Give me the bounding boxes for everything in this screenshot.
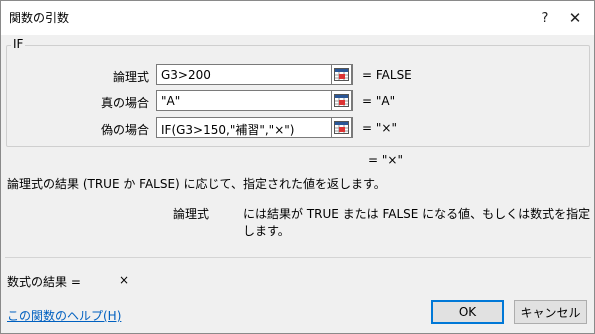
range-select-button-value-if-true[interactable] bbox=[331, 90, 352, 111]
arg-result-value-if-true: = "A" bbox=[362, 94, 396, 108]
function-help-link[interactable]: この関数のヘルプ(H) bbox=[7, 307, 121, 324]
range-select-button-logical-test[interactable] bbox=[331, 64, 352, 85]
function-description: 論理式の結果 (TRUE か FALSE) に応じて、指定された値を返します。 bbox=[7, 177, 386, 191]
formula-result-label: 数式の結果 = bbox=[7, 275, 81, 289]
arg-label-logical-test: 論理式 bbox=[112, 70, 149, 84]
value-if-false-value: IF(G3>150,"補習","×") bbox=[161, 123, 295, 137]
range-select-icon bbox=[334, 94, 349, 107]
logical-test-input[interactable]: G3>200 bbox=[156, 64, 353, 85]
value-if-false-input[interactable]: IF(G3>150,"補習","×") bbox=[156, 117, 353, 138]
range-select-icon bbox=[334, 68, 349, 81]
formula-result-inline: = "×" bbox=[368, 153, 403, 167]
formula-result-value: × bbox=[119, 273, 130, 287]
title-bar: 関数の引数 ? ✕ bbox=[1, 1, 594, 35]
separator bbox=[5, 257, 591, 258]
ok-button[interactable]: OK bbox=[431, 300, 504, 324]
function-arguments-dialog: 関数の引数 ? ✕ IF 論理式 G3>200 = FALSE 真の場合 "A" bbox=[0, 0, 595, 334]
arg-label-value-if-true: 真の場合 bbox=[100, 96, 149, 110]
logical-test-value: G3>200 bbox=[161, 68, 211, 82]
function-name: IF bbox=[11, 37, 26, 51]
range-select-icon bbox=[334, 121, 349, 134]
question-icon[interactable]: ? bbox=[532, 5, 558, 31]
value-if-true-input[interactable]: "A" bbox=[156, 90, 353, 111]
range-select-button-value-if-false[interactable] bbox=[331, 117, 352, 138]
arg-label-value-if-false: 偽の場合 bbox=[100, 123, 149, 137]
arg-result-value-if-false: = "×" bbox=[362, 121, 397, 135]
close-icon[interactable]: ✕ bbox=[562, 5, 588, 31]
cancel-button[interactable]: キャンセル bbox=[514, 300, 587, 324]
arg-result-logical-test: = FALSE bbox=[362, 68, 412, 82]
argument-description-text: には結果が TRUE または FALSE になる値、もしくは数式を指定します。 bbox=[243, 207, 591, 238]
window-title: 関数の引数 bbox=[9, 11, 70, 25]
value-if-true-value: "A" bbox=[161, 94, 181, 108]
argument-description-name: 論理式 bbox=[173, 207, 210, 221]
